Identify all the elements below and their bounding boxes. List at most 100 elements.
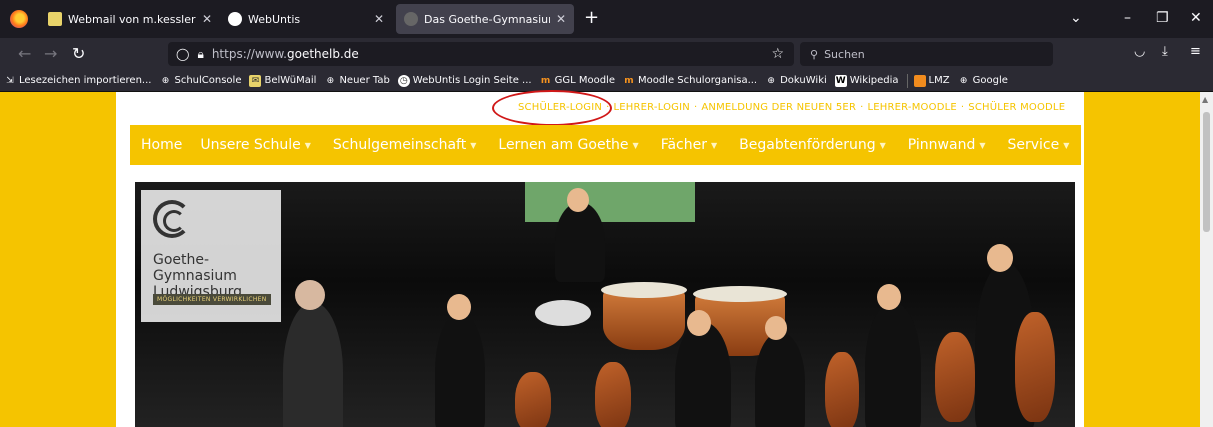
bookmark-star-icon[interactable]: ☆: [771, 46, 784, 62]
moodle-icon: m: [540, 75, 551, 86]
musician: [555, 202, 605, 282]
tab-title: Webmail von m.kessler@goethe: [68, 12, 196, 26]
bookmark-neuer-tab[interactable]: ⊕ Neuer Tab: [324, 75, 390, 87]
globe-icon: ⊕: [326, 75, 335, 86]
bookmark-label: WebUntis Login Seite ...: [412, 75, 532, 86]
bookmark-moodle-schulorga[interactable]: m Moodle Schulorganisa...: [623, 75, 757, 87]
navigation-bar: ← → ↻ ◯ 🔒︎ https://www.goethelb.de ☆ ⚲ S…: [0, 38, 1213, 70]
bookmark-webuntis[interactable]: ◷ WebUntis Login Seite ...: [397, 74, 532, 87]
page-container: SCHÜLER-LOGIN · LEHRER-LOGIN · ANMELDUNG DER…: [116, 90, 1084, 427]
tab-list-chevron-icon[interactable]: ⌄: [1070, 10, 1082, 26]
link-anmeldung-5er[interactable]: ANMELDUNG DER NEUEN 5ER: [701, 102, 856, 113]
nav-lernen-am-goethe[interactable]: Lernen am Goethe ▼: [498, 137, 638, 153]
close-icon[interactable]: ✕: [202, 12, 212, 26]
clock-icon: ◷: [397, 74, 410, 87]
lmz-icon: [913, 74, 926, 87]
nav-unsere-schule[interactable]: Unsere Schule ▼: [200, 137, 311, 153]
nav-home[interactable]: Home: [141, 137, 182, 153]
bookmark-label: Wikipedia: [849, 75, 899, 86]
chevron-down-icon: ▼: [879, 140, 886, 150]
url-bar[interactable]: ◯ 🔒︎ https://www.goethelb.de ☆: [168, 42, 794, 66]
musician-head: [687, 310, 711, 336]
bookmark-dokuwiki[interactable]: ⊕ DokuWiki: [765, 75, 826, 87]
new-tab-icon[interactable]: +: [584, 9, 599, 27]
shield-icon[interactable]: ◯: [176, 47, 189, 61]
bookmark-lmz[interactable]: LMZ: [913, 74, 950, 87]
nav-begabtenfoerderung[interactable]: Begabtenförderung ▼: [739, 137, 886, 153]
musician-head: [987, 244, 1013, 272]
bookmark-import[interactable]: ⇲ Lesezeichen importieren...: [4, 75, 151, 87]
lock-icon[interactable]: 🔒︎: [197, 47, 203, 62]
chevron-down-icon: ▼: [470, 140, 477, 150]
hero-orchestra-photo: Goethe-Gymnasium Ludwigsburg MÖGLICHKEITE…: [135, 182, 1075, 427]
moodle-icon: m: [624, 75, 634, 86]
cello: [825, 352, 859, 427]
nav-label: Service: [1007, 137, 1060, 153]
main-navigation: Home Unsere Schule ▼ Schulgemeinschaft ▼ L…: [130, 125, 1081, 165]
reload-icon[interactable]: ↻: [72, 44, 85, 63]
close-icon[interactable]: ✕: [374, 12, 384, 26]
chevron-down-icon: ▼: [1063, 140, 1070, 150]
tab-strip: Webmail von m.kessler@goethe ✕ WebUntis …: [0, 0, 1213, 38]
nav-faecher[interactable]: Fächer ▼: [661, 137, 717, 153]
cello: [1015, 312, 1055, 422]
conductor-head: [295, 280, 325, 310]
page-scrollbar[interactable]: ▲: [1200, 92, 1213, 427]
conductor: [283, 302, 343, 427]
bookmark-google[interactable]: ⊕ Google: [958, 75, 1008, 87]
bookmark-ggl-moodle[interactable]: m GGL Moodle: [540, 75, 615, 87]
scroll-thumb[interactable]: [1203, 112, 1210, 232]
globe-icon: ⊕: [959, 75, 968, 86]
minimize-icon[interactable]: –: [1124, 10, 1131, 26]
url-text[interactable]: https://www.goethelb.de: [212, 47, 359, 61]
menu-icon[interactable]: ≡: [1190, 44, 1201, 59]
import-icon: ⇲: [6, 75, 14, 86]
search-bar[interactable]: ⚲ Suchen: [800, 42, 1053, 66]
musician: [865, 302, 921, 427]
link-schueler-moodle[interactable]: SCHÜLER MOODLE: [968, 102, 1065, 113]
tab-goethe[interactable]: Das Goethe-Gymnasium Ludwi ✕: [396, 4, 574, 34]
musician-head: [567, 188, 589, 212]
timpani-head: [601, 282, 687, 298]
bookmarks-bar: ⇲ Lesezeichen importieren... ⊕ SchulConsol…: [0, 70, 1213, 92]
goethe-favicon-icon: [404, 12, 418, 26]
link-schueler-login[interactable]: SCHÜLER-LOGIN: [518, 102, 602, 113]
bookmark-label: Lesezeichen importieren...: [19, 75, 152, 86]
tab-title: Das Goethe-Gymnasium Ludwi: [424, 12, 550, 26]
bookmark-label: Google: [972, 75, 1008, 86]
back-icon[interactable]: ←: [18, 44, 31, 63]
cello: [515, 372, 551, 427]
window-close-icon[interactable]: ✕: [1190, 10, 1202, 26]
separator: ·: [860, 102, 864, 113]
forward-icon[interactable]: →: [44, 44, 57, 63]
bookmark-label: LMZ: [928, 75, 950, 86]
cello: [595, 362, 631, 427]
link-lehrer-moodle[interactable]: LEHRER-MOODLE: [868, 102, 957, 113]
timpani-head: [693, 286, 787, 302]
nav-pinnwand[interactable]: Pinnwand ▼: [908, 137, 986, 153]
separator: ·: [693, 102, 698, 113]
stage-backdrop: [525, 182, 695, 222]
top-links: SCHÜLER-LOGIN · LEHRER-LOGIN · ANMELDUNG DER…: [518, 102, 1065, 113]
web-page: SCHÜLER-LOGIN · LEHRER-LOGIN · ANMELDUNG DER…: [0, 90, 1200, 427]
bookmark-wikipedia[interactable]: W Wikipedia: [834, 74, 899, 87]
firefox-menu-icon[interactable]: [10, 10, 28, 28]
tab-webmail[interactable]: Webmail von m.kessler@goethe ✕: [40, 4, 220, 34]
bookmark-belwuemail[interactable]: ✉ BelWüMail: [249, 74, 316, 87]
nav-service[interactable]: Service ▼: [1007, 137, 1069, 153]
bookmark-schulconsole[interactable]: ⊕ SchulConsole: [159, 75, 242, 87]
chevron-down-icon: ▼: [711, 140, 718, 150]
musician-head: [447, 294, 471, 320]
link-lehrer-login[interactable]: LEHRER-LOGIN: [613, 102, 690, 113]
close-icon[interactable]: ✕: [556, 12, 566, 26]
nav-schulgemeinschaft[interactable]: Schulgemeinschaft ▼: [333, 137, 477, 153]
scroll-up-icon[interactable]: ▲: [1202, 95, 1208, 104]
downloads-icon[interactable]: ⤓: [1162, 44, 1168, 59]
tab-webuntis[interactable]: WebUntis ✕: [220, 4, 392, 34]
bass-drum: [535, 300, 591, 326]
pocket-icon[interactable]: ◡: [1134, 44, 1145, 59]
restore-icon[interactable]: ❐: [1156, 10, 1169, 26]
logo-tagline: MÖGLICHKEITEN VERWIRKLICHEN: [153, 294, 271, 305]
musician: [755, 332, 805, 427]
nav-label: Begabtenförderung: [739, 137, 876, 153]
